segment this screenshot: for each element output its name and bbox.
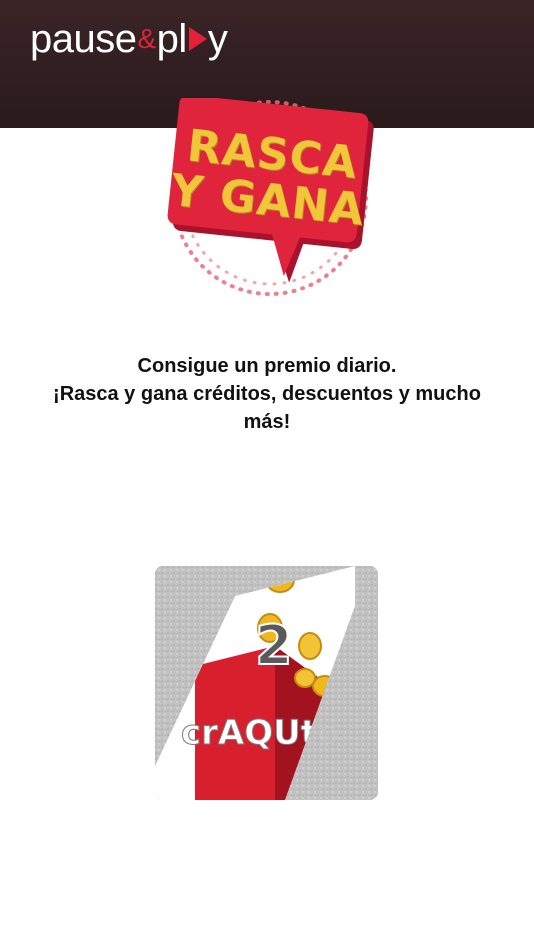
scratch-card-graphic: 2 crAQUto [155,566,378,800]
promo-description: Consigue un premio diario. ¡Rasca y gana… [30,352,504,436]
scratch-card[interactable]: 2 crAQUto [155,566,378,800]
pause-and-play-logo[interactable]: pause & pl y [30,14,228,64]
play-icon [188,27,207,51]
promo-line-2: ¡Rasca y gana créditos, descuentos y muc… [53,383,481,433]
logo-ampersand: & [137,23,156,54]
logo-word-y: y [207,16,228,61]
rasca-y-gana-badge: RASCA Y GANA [160,98,380,303]
logo-word-pl: pl [156,16,188,61]
speech-bubble-graphic [167,98,374,296]
app-screen: pause & pl y RASCA Y GANA Consigue un pr… [0,0,534,950]
logo-word-pause: pause [30,16,137,61]
promo-line-1: Consigue un premio diario. [137,355,397,377]
prize-number: 2 [255,614,293,677]
